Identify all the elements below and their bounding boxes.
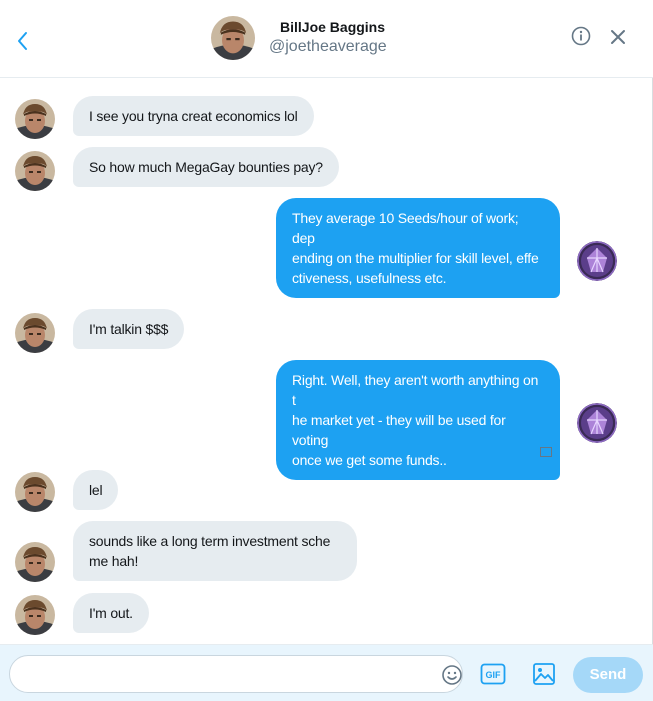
message-status-indicator[interactable]	[540, 447, 552, 457]
message-text-line: he market yet - they will be used for vo…	[292, 412, 506, 448]
message-text: I'm talkin $$$	[89, 321, 169, 337]
contact-handle: @joetheaverage	[269, 38, 387, 55]
message-text: So how much MegaGay bounties pay?	[89, 159, 323, 175]
message-bubble[interactable]: I see you tryna creat economics lol	[73, 96, 314, 136]
message-input-container[interactable]	[9, 655, 463, 693]
media-button[interactable]	[532, 662, 556, 686]
message-text: I'm out.	[89, 605, 133, 621]
header-avatar[interactable]	[211, 16, 255, 60]
my-avatar[interactable]	[577, 403, 617, 443]
message-text-line: ending on the multiplier for skill level…	[292, 250, 539, 266]
close-icon	[611, 30, 625, 44]
message-list[interactable]: I see you tryna creat economics lol So h…	[0, 79, 653, 644]
gif-label: GIF	[486, 670, 502, 680]
chevron-left-icon	[18, 32, 27, 50]
message-bubble-outgoing[interactable]: Right. Well, they aren't worth anything …	[276, 360, 560, 480]
info-button[interactable]	[571, 26, 591, 46]
back-button[interactable]	[12, 28, 34, 54]
contact-name: BillJoe Baggins	[280, 19, 386, 35]
message-composer: GIF Send	[0, 644, 653, 701]
sender-avatar[interactable]	[15, 99, 55, 139]
sender-avatar[interactable]	[15, 472, 55, 512]
my-avatar[interactable]	[577, 241, 617, 281]
message-text-line: once we get some funds..	[292, 452, 447, 468]
gif-icon: GIF	[480, 663, 506, 685]
message-bubble[interactable]: So how much MegaGay bounties pay?	[73, 147, 339, 187]
message-bubble[interactable]: I'm talkin $$$	[73, 309, 185, 349]
gif-button[interactable]: GIF	[480, 663, 506, 685]
message-text: lel	[89, 482, 103, 498]
sender-avatar[interactable]	[15, 151, 55, 191]
message-text-line: sounds like a long term investment sche	[89, 533, 331, 549]
message-text-line: me hah!	[89, 553, 139, 569]
message-text: I see you tryna creat economics lol	[89, 108, 298, 124]
message-bubble-outgoing[interactable]: They average 10 Seeds/hour of work; dep …	[276, 198, 560, 298]
close-button[interactable]	[609, 28, 627, 46]
sender-avatar[interactable]	[15, 542, 55, 582]
image-icon	[533, 663, 555, 685]
message-bubble[interactable]: sounds like a long term investment sche …	[73, 521, 357, 581]
message-text-line: Right. Well, they aren't worth anything …	[292, 372, 539, 408]
sender-avatar[interactable]	[15, 595, 55, 635]
send-button[interactable]: Send	[573, 657, 643, 693]
emoji-button[interactable]	[441, 664, 463, 686]
conversation-header: BillJoe Baggins @joetheaverage	[0, 0, 653, 78]
message-bubble[interactable]: lel	[73, 470, 119, 510]
message-input[interactable]	[22, 664, 422, 684]
message-text-line: They average 10 Seeds/hour of work; dep	[292, 210, 519, 246]
info-icon	[571, 26, 591, 46]
message-text-line: ctiveness, usefulness etc.	[292, 270, 447, 286]
emoji-icon	[442, 665, 462, 685]
dm-window: BillJoe Baggins @joetheaverage I see you…	[0, 0, 653, 701]
message-bubble[interactable]: I'm out.	[73, 593, 149, 633]
sender-avatar[interactable]	[15, 313, 55, 353]
